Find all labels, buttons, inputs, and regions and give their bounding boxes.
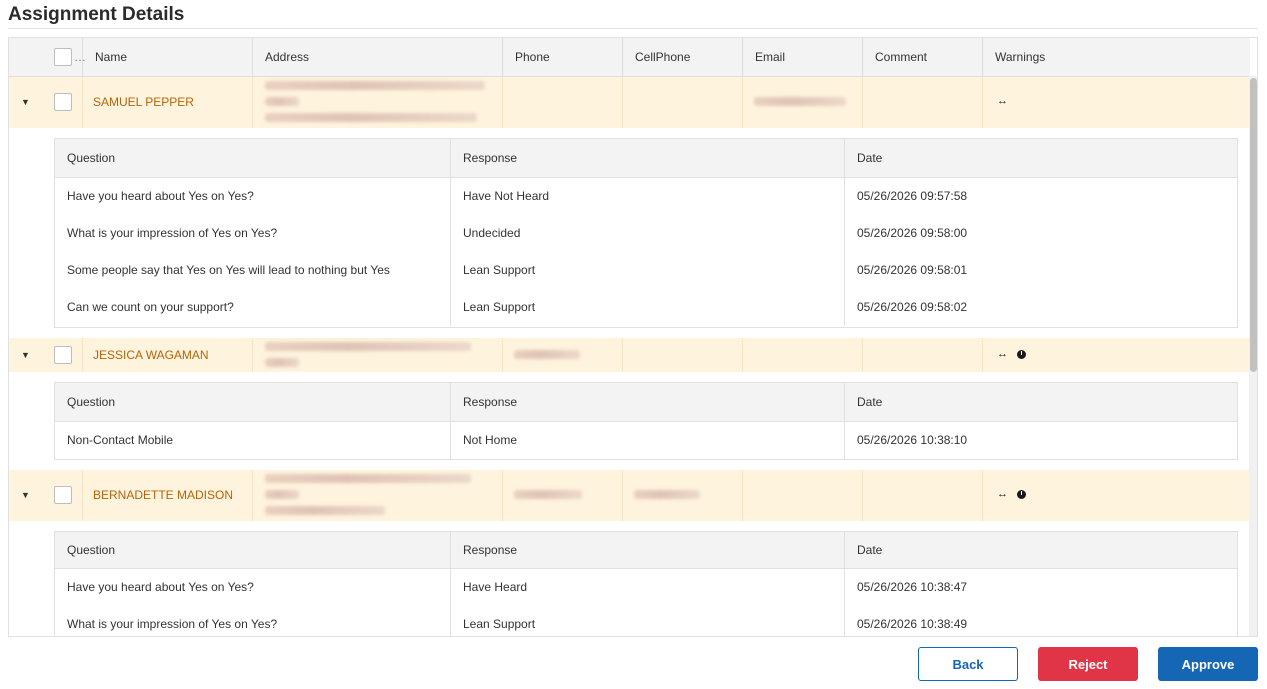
question-text: Non-Contact Mobile [67, 433, 174, 447]
column-header-phone[interactable]: Phone [502, 38, 622, 77]
swap-icon: ↔ [997, 95, 1008, 107]
question-text: Have you heard about Yes on Yes? [67, 189, 254, 203]
grid-header: … Name Address Phone CellPhone Email Com… [9, 38, 1250, 77]
clock-icon [1017, 350, 1026, 359]
redacted-address [265, 490, 299, 499]
column-header-comment[interactable]: Comment [862, 38, 982, 77]
redacted-email [754, 97, 846, 106]
question-text: What is your impression of Yes on Yes? [67, 617, 278, 631]
column-header-email[interactable]: Email [742, 38, 862, 77]
response-date: 05/26/2026 10:38:10 [844, 422, 1237, 459]
detail-column-response[interactable]: Response [450, 532, 844, 568]
response-date: 05/26/2026 10:38:47 [844, 569, 1237, 606]
row-checkbox[interactable] [54, 486, 72, 504]
response-text: Lean Support [450, 606, 844, 636]
response-text: Have Heard [450, 569, 844, 606]
detail-column-question[interactable]: Question [55, 383, 450, 421]
redacted-address [265, 81, 485, 90]
page-title: Assignment Details [8, 4, 185, 25]
detail-column-date[interactable]: Date [844, 532, 1237, 568]
swap-icon: ↔ [997, 488, 1008, 500]
redacted-address [265, 506, 385, 515]
detail-header: Question Response Date [55, 532, 1237, 569]
response-date: 05/26/2026 09:58:01 [844, 252, 1237, 289]
detail-row: What is your impression of Yes on Yes? L… [55, 606, 1237, 636]
redacted-cellphone [634, 490, 700, 499]
scrollbar-thumb[interactable] [1250, 78, 1257, 372]
detail-row: Some people say that Yes on Yes will lea… [55, 252, 1237, 289]
question-text: What is your impression of Yes on Yes? [67, 226, 278, 240]
detail-row: What is your impression of Yes on Yes? U… [55, 215, 1237, 252]
response-date: 05/26/2026 09:57:58 [844, 178, 1237, 215]
detail-column-question[interactable]: Question [55, 532, 450, 568]
redacted-phone [514, 490, 582, 499]
redacted-address [265, 342, 471, 351]
detail-table: Question Response Date Have you heard ab… [54, 138, 1238, 328]
detail-header: Question Response Date [55, 383, 1237, 422]
question-text: Some people say that Yes on Yes will lea… [67, 263, 390, 277]
response-text: Have Not Heard [450, 178, 844, 215]
question-text: Have you heard about Yes on Yes? [67, 580, 254, 594]
detail-row: Have you heard about Yes on Yes? Have He… [55, 569, 1237, 606]
response-text: Lean Support [450, 252, 844, 289]
detail-row: Have you heard about Yes on Yes? Have No… [55, 178, 1237, 215]
approve-button[interactable]: Approve [1158, 647, 1258, 681]
response-text: Undecided [450, 215, 844, 252]
back-button[interactable]: Back [918, 647, 1018, 681]
response-date: 05/26/2026 09:58:00 [844, 215, 1237, 252]
swap-icon: ↔ [997, 348, 1008, 360]
redacted-address [265, 113, 477, 122]
clock-icon [1017, 490, 1026, 499]
response-text: Not Home [450, 422, 844, 459]
response-text: Lean Support [450, 289, 844, 326]
detail-table: Question Response Date Non-Contact Mobil… [54, 382, 1238, 460]
table-row[interactable]: ▼ JESSICA WAGAMAN ↔ [9, 338, 1249, 372]
detail-header: Question Response Date [55, 139, 1237, 178]
detail-row: Non-Contact Mobile Not Home 05/26/2026 1… [55, 422, 1237, 459]
detail-row: Can we count on your support? Lean Suppo… [55, 289, 1237, 326]
redacted-address [265, 97, 299, 106]
select-all-checkbox[interactable] [54, 48, 72, 66]
row-checkbox[interactable] [54, 93, 72, 111]
row-checkbox[interactable] [54, 346, 72, 364]
detail-column-response[interactable]: Response [450, 139, 844, 177]
expand-arrow-icon[interactable]: ▼ [21, 350, 30, 360]
table-row[interactable]: ▼ SAMUEL PEPPER ↔ [9, 77, 1249, 128]
column-header-name[interactable]: Name [82, 38, 252, 77]
title-divider [8, 28, 1258, 29]
response-date: 05/26/2026 10:38:49 [844, 606, 1237, 636]
expand-arrow-icon[interactable]: ▼ [21, 490, 30, 500]
redacted-phone [514, 350, 580, 359]
table-row[interactable]: ▼ BERNADETTE MADISON ↔ [9, 470, 1249, 521]
column-header-warnings[interactable]: Warnings [982, 38, 1250, 77]
detail-column-date[interactable]: Date [844, 383, 1237, 421]
assignment-grid: … Name Address Phone CellPhone Email Com… [8, 37, 1258, 637]
redacted-address [265, 474, 471, 483]
response-date: 05/26/2026 09:58:02 [844, 289, 1237, 326]
record-name: BERNADETTE MADISON [93, 488, 234, 502]
expand-arrow-icon[interactable]: ▼ [21, 97, 30, 107]
detail-column-question[interactable]: Question [55, 139, 450, 177]
redacted-address [265, 358, 299, 367]
reject-button[interactable]: Reject [1038, 647, 1138, 681]
detail-table: Question Response Date Have you heard ab… [54, 531, 1238, 636]
record-name: JESSICA WAGAMAN [93, 348, 209, 362]
detail-column-date[interactable]: Date [844, 139, 1237, 177]
column-header-cellphone[interactable]: CellPhone [622, 38, 742, 77]
record-name: SAMUEL PEPPER [93, 95, 194, 109]
question-text: Can we count on your support? [67, 300, 234, 314]
column-header-address[interactable]: Address [252, 38, 502, 77]
detail-column-response[interactable]: Response [450, 383, 844, 421]
